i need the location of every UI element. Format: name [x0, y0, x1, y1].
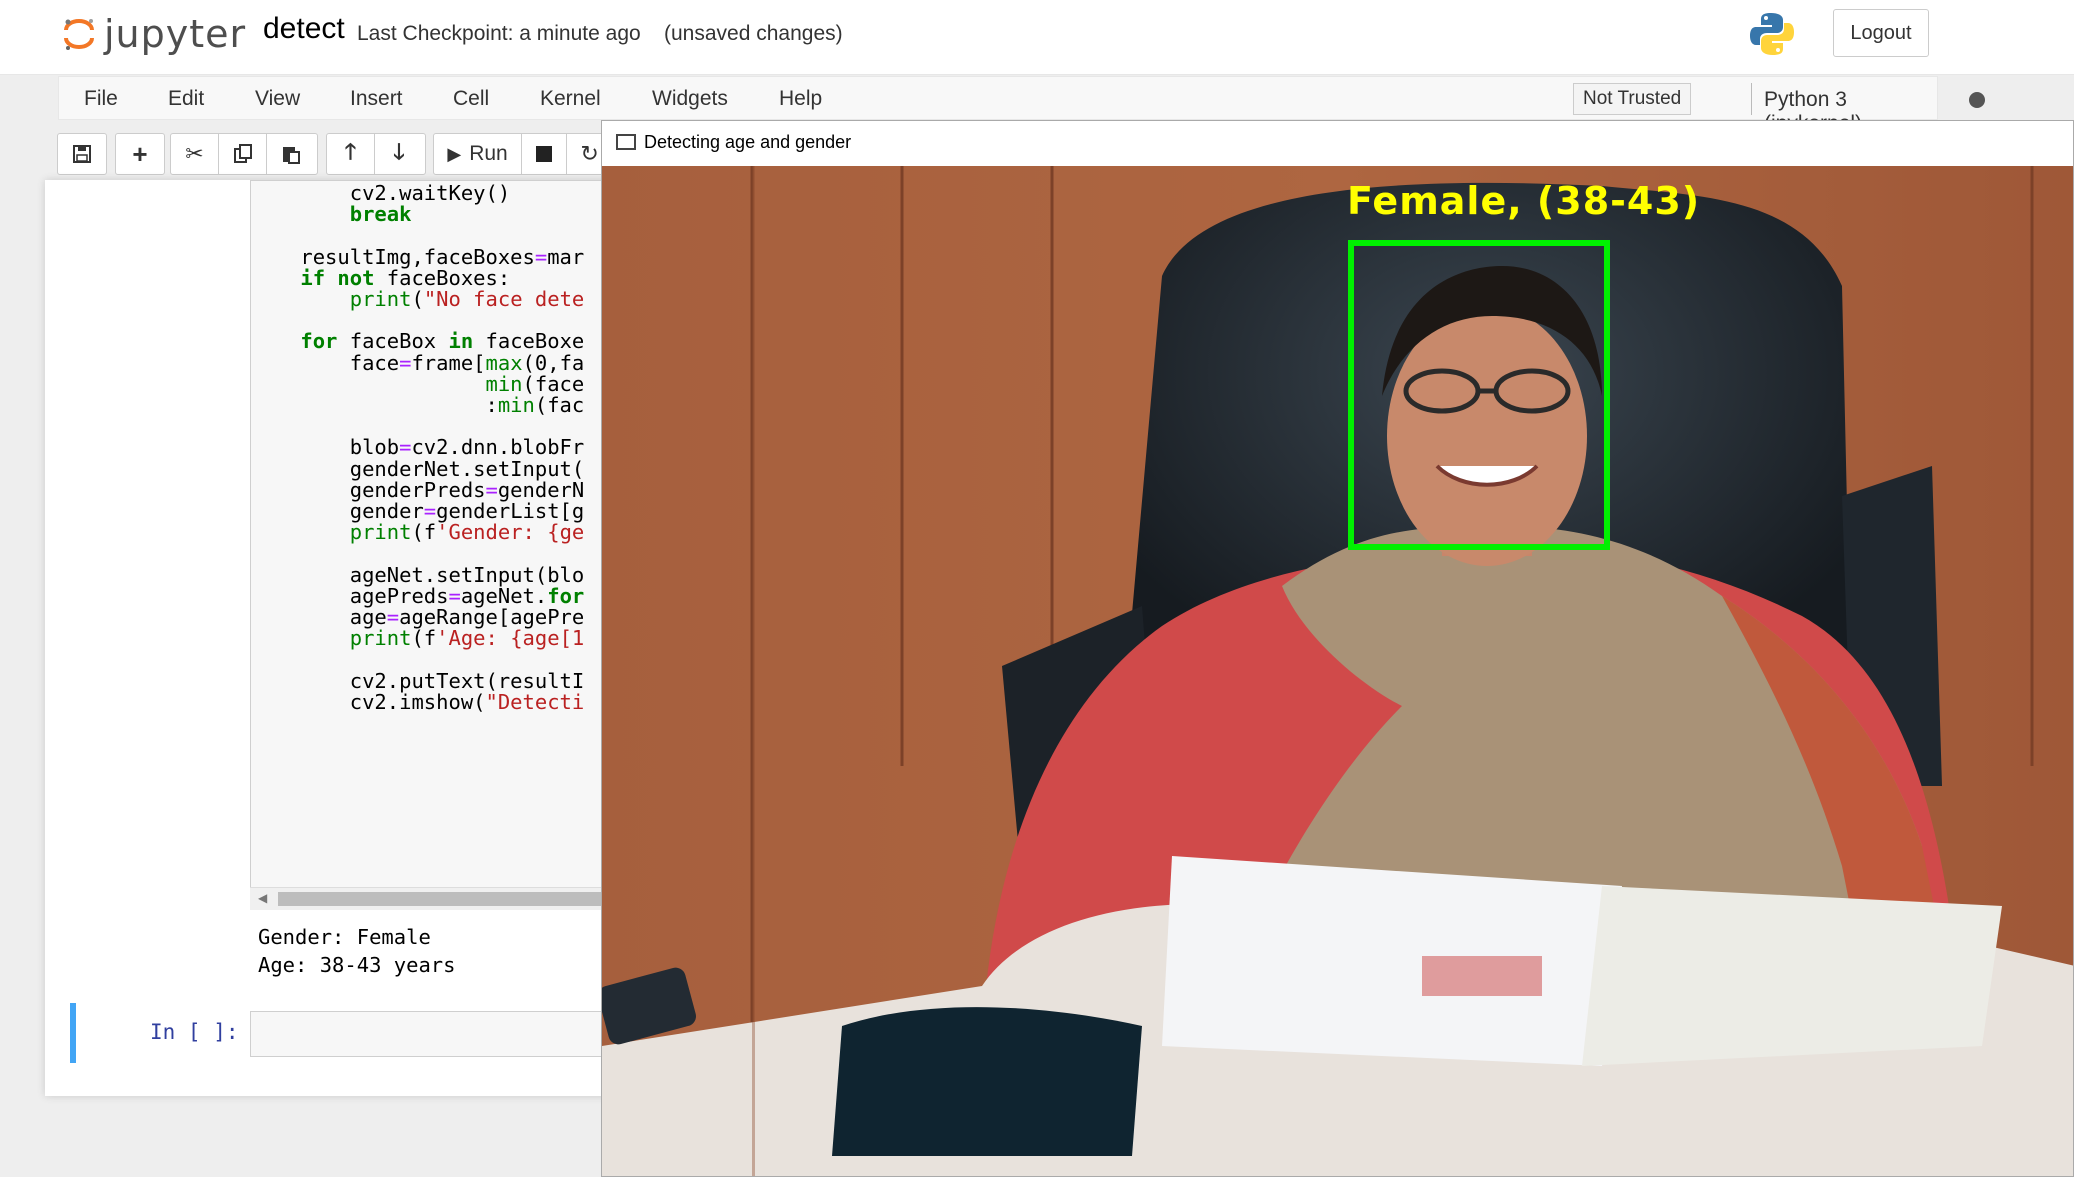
toolbar-group-save: [57, 133, 107, 175]
detection-image: [602, 166, 2073, 1176]
menu-cell[interactable]: Cell: [453, 87, 489, 111]
move-down-button[interactable]: 🡓: [375, 134, 423, 174]
jupyter-logo[interactable]: jupyter: [62, 10, 246, 58]
horizontal-scrollbar[interactable]: ◀: [250, 887, 610, 910]
python-logo-icon: [1750, 13, 1794, 55]
stop-icon: [536, 146, 553, 162]
run-label: Run: [469, 142, 508, 165]
window-title: Detecting age and gender: [644, 132, 852, 152]
face-bounding-box: [1348, 240, 1610, 550]
menu-widgets[interactable]: Widgets: [652, 87, 728, 111]
paste-icon: [283, 147, 300, 164]
header: jupyter detect Last Checkpoint: a minute…: [0, 0, 2074, 75]
menu-insert[interactable]: Insert: [350, 87, 403, 111]
notebook-name[interactable]: detect: [263, 12, 345, 46]
not-trusted-button[interactable]: Not Trusted: [1573, 83, 1692, 115]
code-line: print(f'Gender: {ge: [349, 520, 585, 545]
menu-kernel[interactable]: Kernel: [540, 87, 601, 111]
autosave-status: (unsaved changes): [664, 22, 843, 45]
code-line: print(f'Age: {age[1: [349, 626, 585, 651]
run-button[interactable]: ▶ Run: [434, 134, 523, 174]
toolbar-group-run: ▶ Run ↻: [433, 133, 613, 175]
opencv-window[interactable]: Detecting age and gender Female, (38-43): [601, 120, 2074, 1177]
arrow-down-icon: 🡓: [393, 139, 405, 164]
arrow-up-icon: 🡑: [344, 139, 357, 164]
cut-button[interactable]: ✂: [171, 134, 219, 174]
stop-button[interactable]: [522, 134, 568, 174]
output-age: Age: 38-43 years: [258, 953, 456, 977]
run-icon: ▶: [447, 143, 462, 164]
toolbar-group-insert: +: [115, 133, 165, 175]
scroll-left-icon[interactable]: ◀: [258, 891, 267, 905]
checkpoint-status: Last Checkpoint: a minute ago: [357, 22, 641, 45]
scrollbar-thumb[interactable]: [278, 892, 608, 906]
menubar: File Edit View Insert Cell Kernel Widget…: [58, 76, 1985, 135]
logo-text: jupyter: [104, 12, 247, 56]
copy-icon: [233, 144, 252, 163]
restart-icon: ↻: [580, 141, 599, 166]
input-prompt: In [ ]:: [150, 1020, 239, 1044]
face-label: Female, (38-43): [1347, 179, 1701, 223]
move-up-button[interactable]: 🡑: [327, 134, 375, 174]
code-line: cv2.imshow("Detecti: [251, 689, 585, 714]
logout-button[interactable]: Logout: [1833, 9, 1929, 57]
code-line: :min(fac: [251, 393, 585, 417]
save-icon: [73, 145, 91, 163]
code-cell-input[interactable]: cv2.waitKey() break resultImg,faceBoxes=…: [250, 180, 610, 910]
menu-view[interactable]: View: [255, 87, 300, 111]
output-gender: Gender: Female: [258, 925, 431, 949]
code-line: break: [349, 202, 412, 227]
code-line: print("No face dete: [349, 287, 585, 311]
save-button[interactable]: [58, 134, 106, 174]
menu-file[interactable]: File: [84, 87, 118, 111]
plus-icon: +: [132, 138, 148, 169]
window-icon: [616, 134, 636, 150]
toolbar-group-move: 🡑 🡓: [326, 133, 426, 175]
copy-button[interactable]: [219, 134, 267, 174]
toolbar-group-edit: ✂: [170, 133, 318, 175]
empty-code-input[interactable]: [250, 1011, 610, 1057]
kernel-status-icon: [1969, 92, 1985, 108]
jupyter-logo-icon: [64, 19, 94, 50]
paste-button[interactable]: [267, 134, 315, 174]
menu-edit[interactable]: Edit: [168, 87, 204, 111]
window-titlebar[interactable]: Detecting age and gender: [602, 121, 2073, 165]
insert-cell-button[interactable]: +: [116, 134, 164, 174]
scissors-icon: ✂: [185, 141, 204, 166]
kernel-divider: [1751, 83, 1752, 115]
menu-help[interactable]: Help: [779, 87, 822, 111]
